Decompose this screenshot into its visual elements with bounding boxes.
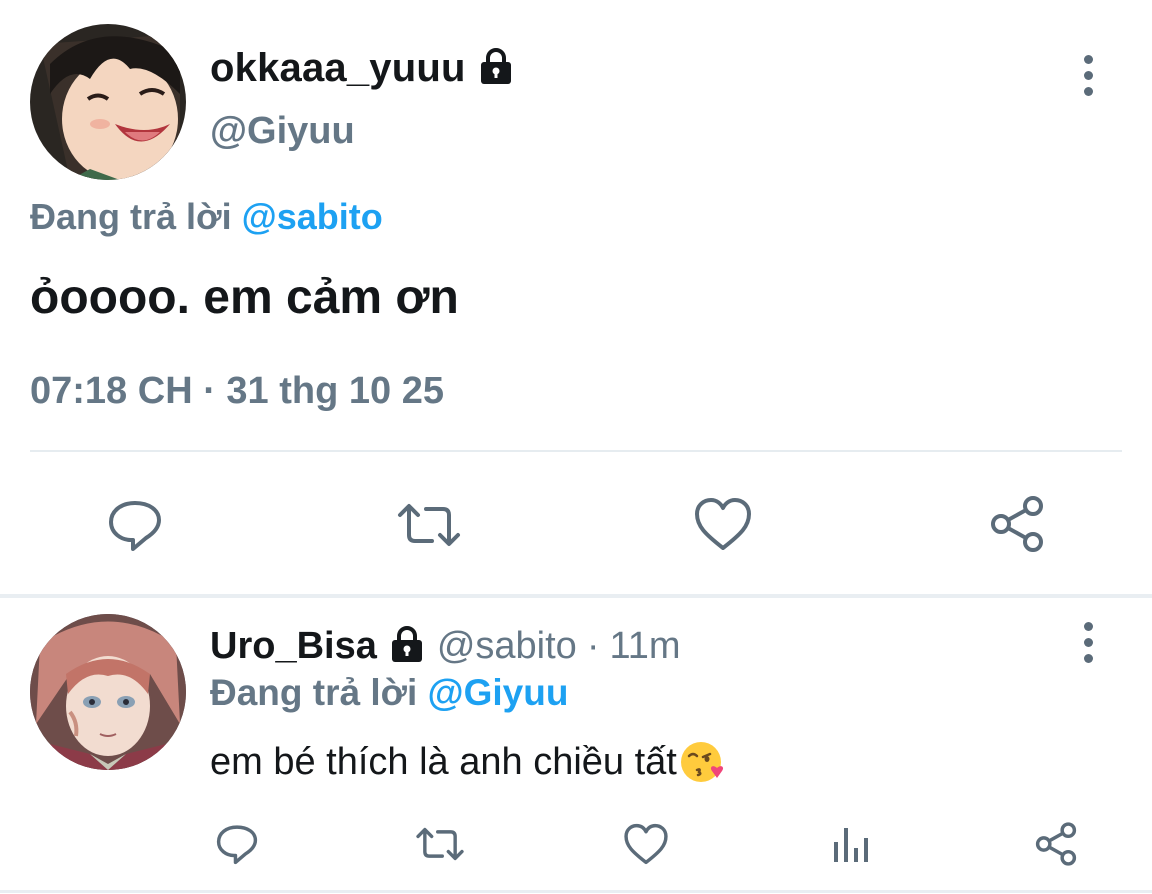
like-icon[interactable] xyxy=(622,820,670,868)
tweet-text: em bé thích là anh chiều tất xyxy=(210,740,677,783)
relative-time[interactable]: 11m xyxy=(609,625,680,668)
author-row: Uro_Bisa @sabito · 11m xyxy=(210,622,681,670)
tweet-text-container: em bé thích là anh chiều tất xyxy=(210,738,727,786)
divider xyxy=(0,594,1152,598)
replying-to: Đang trả lời @sabito xyxy=(30,196,383,238)
avatar[interactable] xyxy=(30,614,186,770)
divider xyxy=(0,890,1152,893)
retweet-icon[interactable] xyxy=(414,820,466,868)
tweet-timestamp[interactable]: 07:18 CH · 31 thg 10 25 xyxy=(30,370,444,413)
more-options-icon[interactable] xyxy=(1068,612,1108,672)
avatar[interactable] xyxy=(30,24,186,180)
lock-icon xyxy=(387,624,427,669)
author-row: okkaaa_yuuu xyxy=(210,44,516,92)
main-tweet: okkaaa_yuuu @Giyuu Đang trả lời @sabito … xyxy=(0,0,1152,596)
handle[interactable]: @sabito xyxy=(437,625,577,668)
retweet-icon[interactable] xyxy=(396,494,462,556)
analytics-icon[interactable] xyxy=(828,820,872,868)
share-icon[interactable] xyxy=(986,494,1048,554)
handle[interactable]: @Giyuu xyxy=(210,110,355,153)
divider xyxy=(30,450,1122,452)
replying-mention-link[interactable]: @Giyuu xyxy=(428,672,569,713)
replying-to: Đang trả lời @Giyuu xyxy=(210,672,568,714)
replying-mention-link[interactable]: @sabito xyxy=(242,196,383,237)
reply-icon[interactable] xyxy=(213,820,261,868)
display-name[interactable]: okkaaa_yuuu xyxy=(210,46,466,91)
reply-icon[interactable] xyxy=(104,494,166,556)
tweet-text: ỏoooo. em cảm ơn xyxy=(30,271,459,324)
replying-prefix: Đang trả lời xyxy=(30,196,232,237)
tweet-thread: okkaaa_yuuu @Giyuu Đang trả lời @sabito … xyxy=(0,0,1152,894)
lock-icon xyxy=(476,46,516,91)
replying-prefix: Đang trả lời xyxy=(210,672,418,713)
face-blowing-kiss-icon xyxy=(679,738,727,786)
display-name[interactable]: Uro_Bisa xyxy=(210,625,377,668)
like-icon[interactable] xyxy=(692,494,754,554)
separator: · xyxy=(586,624,600,667)
more-options-icon[interactable] xyxy=(1068,45,1108,105)
share-icon[interactable] xyxy=(1032,820,1080,868)
